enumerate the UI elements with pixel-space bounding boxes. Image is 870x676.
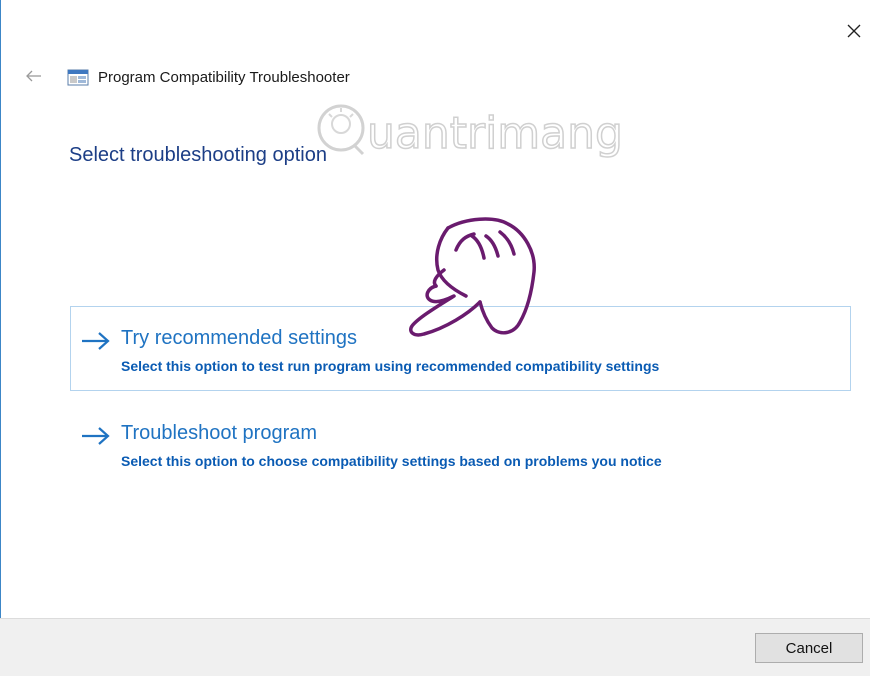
window-title: Program Compatibility Troubleshooter [98,69,350,86]
close-button[interactable] [841,18,867,44]
option-title: Troubleshoot program [121,422,318,444]
option-title: Try recommended settings [121,327,358,349]
dialog-footer: Cancel [0,618,870,676]
arrow-right-icon [82,427,110,445]
troubleshooter-app-icon [67,69,89,86]
watermark-logo: uantrimang [317,104,624,160]
arrow-right-icon [82,332,110,350]
option-troubleshoot-program[interactable]: Troubleshoot program Select this option … [70,410,851,480]
watermark-text: uantrimang [367,108,623,159]
back-arrow-icon [26,70,41,82]
troubleshooter-window: Program Compatibility Troubleshooter uan… [0,0,870,675]
option-description: Select this option to choose compatibili… [121,453,662,469]
option-description: Select this option to test run program u… [121,358,660,374]
page-heading: Select troubleshooting option [69,144,327,166]
close-icon [847,24,861,38]
back-button[interactable] [23,66,45,86]
cancel-button[interactable]: Cancel [755,633,863,663]
pointing-hand-icon [409,217,536,337]
